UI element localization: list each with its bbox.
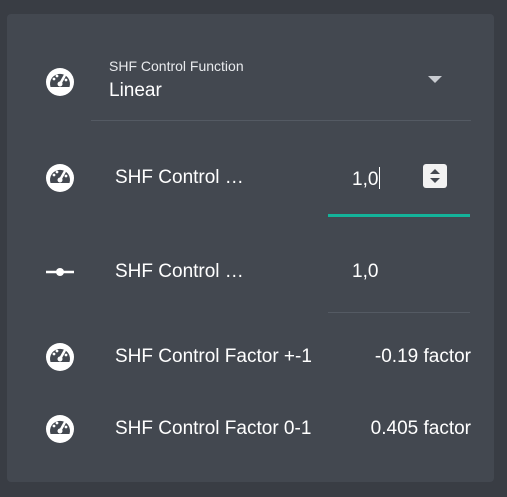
row-label: SHF Control Factor 0-1 (115, 418, 312, 439)
row-label: SHF Control … (115, 261, 244, 282)
number-input[interactable]: 1,0 (352, 167, 381, 191)
row-value: -0.19 factor (374, 346, 471, 367)
row-label: SHF Control … (115, 167, 244, 188)
select-value[interactable]: Linear (109, 80, 162, 102)
divider (328, 312, 470, 313)
row-value: 1,0 (352, 261, 379, 282)
row-value: 0.405 factor (370, 418, 471, 439)
number-input-value: 1,0 (352, 169, 379, 190)
select-caption: SHF Control Function (109, 58, 244, 74)
row-label: SHF Control Factor +-1 (115, 346, 312, 367)
slider-icon (45, 257, 75, 287)
input-underline (328, 214, 470, 217)
settings-card: SHF Control Function Linear SHF Control … (7, 14, 494, 482)
divider (91, 120, 471, 121)
gauge-icon (45, 414, 75, 444)
gauge-icon (45, 342, 75, 372)
gauge-icon (45, 67, 75, 97)
gauge-icon (45, 163, 75, 193)
text-caret (379, 167, 381, 189)
chevron-down-icon[interactable] (423, 70, 447, 90)
number-stepper[interactable] (423, 164, 447, 188)
